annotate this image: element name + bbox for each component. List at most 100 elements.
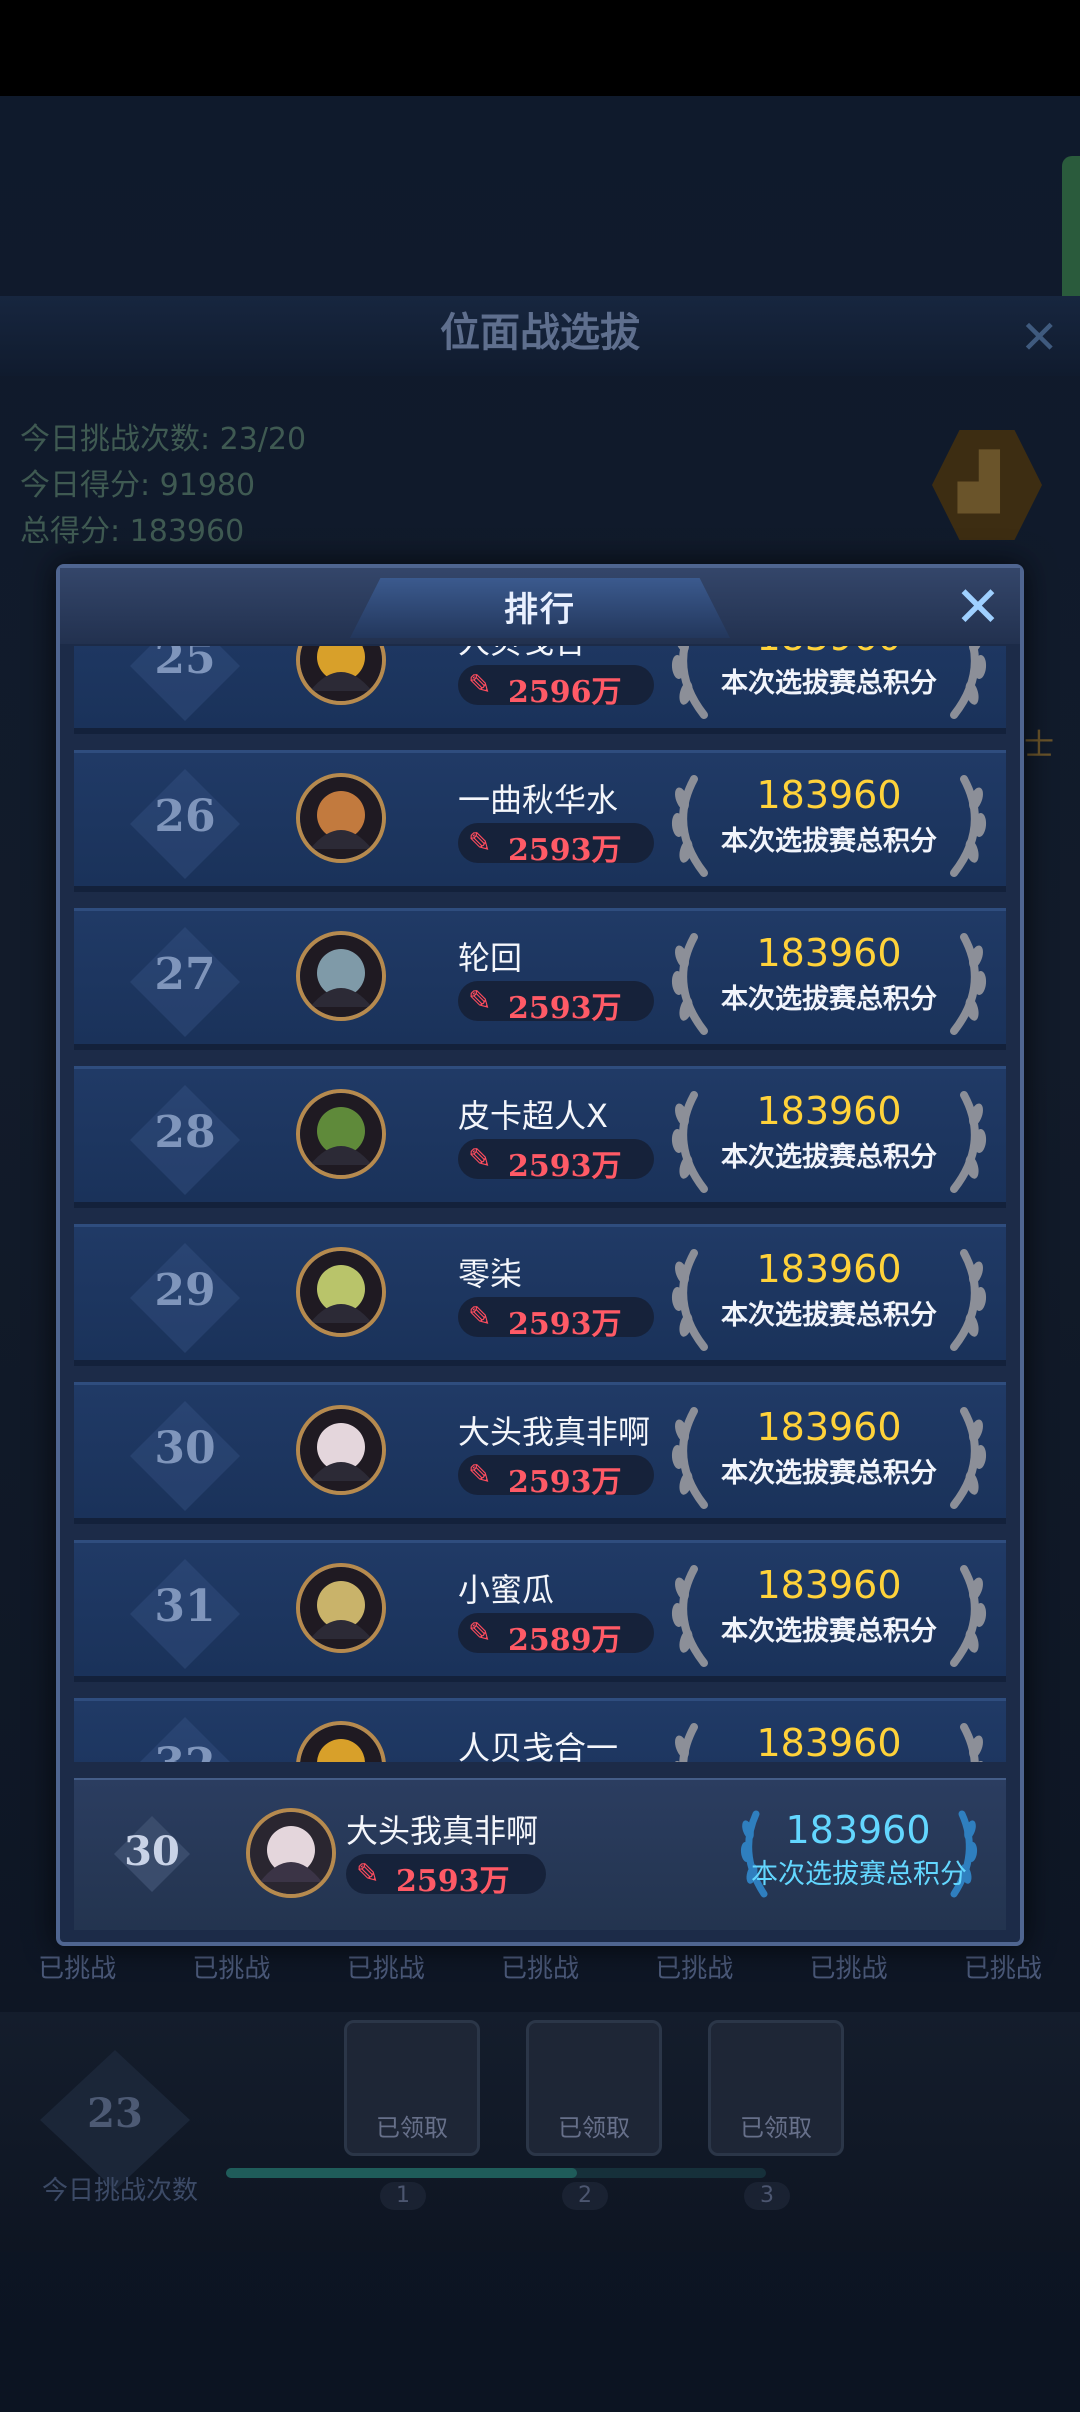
player-avatar[interactable] — [296, 773, 386, 863]
challenged-label: 已挑战 — [500, 1954, 579, 1984]
ranking-row[interactable]: 25 人贝戋合一 ✎ 2596万 — [74, 646, 1006, 734]
ranking-row[interactable]: 31 小蜜瓜 ✎ 2589万 183960 本次选拔赛总积分 — [74, 1540, 1006, 1682]
challenged-label: 已挑战 — [192, 1954, 271, 1984]
close-icon[interactable]: ✕ — [948, 578, 1008, 638]
player-avatar[interactable] — [296, 1563, 386, 1653]
power-icon: ✎ — [356, 1857, 380, 1890]
score-label: 本次选拔赛总积分 — [721, 1300, 937, 1331]
power-pill: ✎ 2596万 — [458, 665, 654, 710]
chest-claimed-label: 已领取 — [376, 2114, 448, 2142]
podium-icon: ▟ — [958, 450, 1000, 513]
reward-progress-fill — [226, 2168, 577, 2178]
rank-number: 31 — [154, 1581, 216, 1632]
ranking-row[interactable]: 26 一曲秋华水 ✎ 2593万 183960 本次选拔赛总积分 — [74, 750, 1006, 892]
power-pill: ✎ 2593万 — [458, 1139, 654, 1184]
ranking-modal: 排行 ✕ 25 人贝戋合一 ✎ 2596万 — [56, 564, 1024, 1946]
power-value: 2596万 — [508, 675, 622, 710]
power-value: 2589万 — [508, 1623, 622, 1658]
player-name: 人贝戋合一 — [458, 646, 618, 663]
modal-header: 排行 ✕ — [60, 568, 1020, 644]
my-score-label: 本次选拔赛总积分 — [751, 1859, 967, 1890]
score-value: 183960 — [756, 1405, 902, 1449]
rank-number: 28 — [154, 1107, 216, 1158]
challenged-label: 已挑战 — [963, 1954, 1042, 1984]
ranking-row[interactable]: 32 人贝戋合一 ✎ — [74, 1698, 1006, 1762]
power-pill: ✎ 2593万 — [458, 823, 654, 868]
ranking-row[interactable]: 30 大头我真非啊 ✎ 2593万 183960 本次选拔赛总积分 — [74, 1382, 1006, 1524]
power-icon: ✎ — [468, 1616, 492, 1649]
score-value: 183960 — [756, 931, 902, 975]
today-count-value: 23 — [87, 2090, 143, 2137]
status-bar — [0, 0, 1080, 96]
power-value: 2593万 — [508, 1307, 622, 1342]
rank-number: 26 — [154, 791, 216, 842]
player-name: 大头我真非啊 — [458, 1413, 651, 1451]
power-value: 2593万 — [508, 833, 622, 868]
ranking-list[interactable]: 25 人贝戋合一 ✎ 2596万 — [74, 646, 1006, 1762]
ranking-row[interactable]: 28 皮卡超人X ✎ 2593万 183960 本次选拔赛总积分 — [74, 1066, 1006, 1208]
reward-chest-1: 已领取 — [344, 2020, 480, 2156]
my-power-pill: ✎ 2593万 — [346, 1854, 546, 1899]
power-pill: ✎ 2593万 — [458, 1297, 654, 1342]
player-avatar[interactable] — [296, 1247, 386, 1337]
score-label: 本次选拔赛总积分 — [721, 1616, 937, 1647]
rank-number: 32 — [130, 1739, 240, 1762]
player-name: 轮回 — [458, 939, 523, 977]
rank-number: 30 — [154, 1423, 216, 1474]
background-side-label: 士 — [1024, 728, 1054, 763]
reward-progress-bar — [226, 2168, 766, 2178]
score-value: 183960 — [714, 646, 944, 659]
power-pill: ✎ 2593万 — [458, 1455, 654, 1500]
reward-chest-3: 已领取 — [708, 2020, 844, 2156]
reward-chest-2: 已领取 — [526, 2020, 662, 2156]
score-value: 183960 — [756, 1089, 902, 1133]
power-icon: ✎ — [468, 1458, 492, 1491]
power-icon: ✎ — [468, 826, 492, 859]
power-icon: ✎ — [468, 984, 492, 1017]
chest-claimed-label: 已领取 — [558, 2114, 630, 2142]
challenged-label: 已挑战 — [346, 1954, 425, 1984]
player-avatar[interactable] — [296, 646, 386, 705]
score-label: 本次选拔赛总积分 — [721, 668, 937, 699]
power-icon: ✎ — [468, 1300, 492, 1333]
player-name: 零柒 — [458, 1255, 523, 1293]
score-value: 183960 — [756, 773, 902, 817]
power-value: 2593万 — [508, 1149, 622, 1184]
my-player-name: 大头我真非啊 — [346, 1812, 539, 1850]
ranking-row[interactable]: 27 轮回 ✎ 2593万 183960 本次选拔赛总积分 — [74, 908, 1006, 1050]
background-stat-total-score: 总得分: 183960 — [20, 514, 245, 549]
player-avatar[interactable] — [296, 1405, 386, 1495]
power-pill: ✎ 2589万 — [458, 1613, 654, 1658]
player-name: 皮卡超人X — [458, 1097, 608, 1135]
power-pill: ✎ 2593万 — [458, 981, 654, 1026]
background-stat-today-score: 今日得分: 91980 — [20, 468, 256, 503]
rank-number: 27 — [154, 949, 216, 1000]
ranking-row[interactable]: 29 零柒 ✎ 2593万 183960 本次选拔赛总积分 — [74, 1224, 1006, 1366]
score-label: 本次选拔赛总积分 — [721, 1458, 937, 1489]
player-avatar[interactable] — [296, 1089, 386, 1179]
today-count-label: 今日挑战次数 — [41, 2176, 198, 2206]
player-name: 一曲秋华水 — [458, 781, 619, 819]
player-avatar[interactable] — [296, 931, 386, 1021]
power-value: 2593万 — [508, 1465, 622, 1500]
player-avatar[interactable] — [296, 1721, 386, 1762]
rank-number: 29 — [154, 1265, 216, 1316]
score-label: 本次选拔赛总积分 — [721, 1142, 937, 1173]
rank-number: 25 — [154, 646, 216, 684]
side-panel-edge — [1062, 156, 1080, 306]
score-label: 本次选拔赛总积分 — [721, 826, 937, 857]
challenged-label: 已挑战 — [38, 1954, 117, 1984]
modal-title: 排行 — [504, 590, 576, 630]
progress-node-3: 3 — [744, 2182, 790, 2210]
score-value: 183960 — [756, 1563, 902, 1607]
my-power-value: 2593万 — [396, 1864, 510, 1899]
progress-node-2: 2 — [562, 2182, 608, 2210]
player-name: 人贝戋合一 — [458, 1729, 619, 1762]
challenged-label: 已挑战 — [809, 1954, 888, 1984]
power-value: 2593万 — [508, 991, 622, 1026]
score-label: 本次选拔赛总积分 — [721, 984, 937, 1015]
my-avatar[interactable] — [246, 1808, 336, 1898]
my-rank-row: 30 大头我真非啊 ✎ 2593万 183960 本次选拔赛总积分 — [74, 1778, 1006, 1930]
my-rank-number: 30 — [124, 1828, 180, 1875]
chest-claimed-label: 已领取 — [740, 2114, 812, 2142]
